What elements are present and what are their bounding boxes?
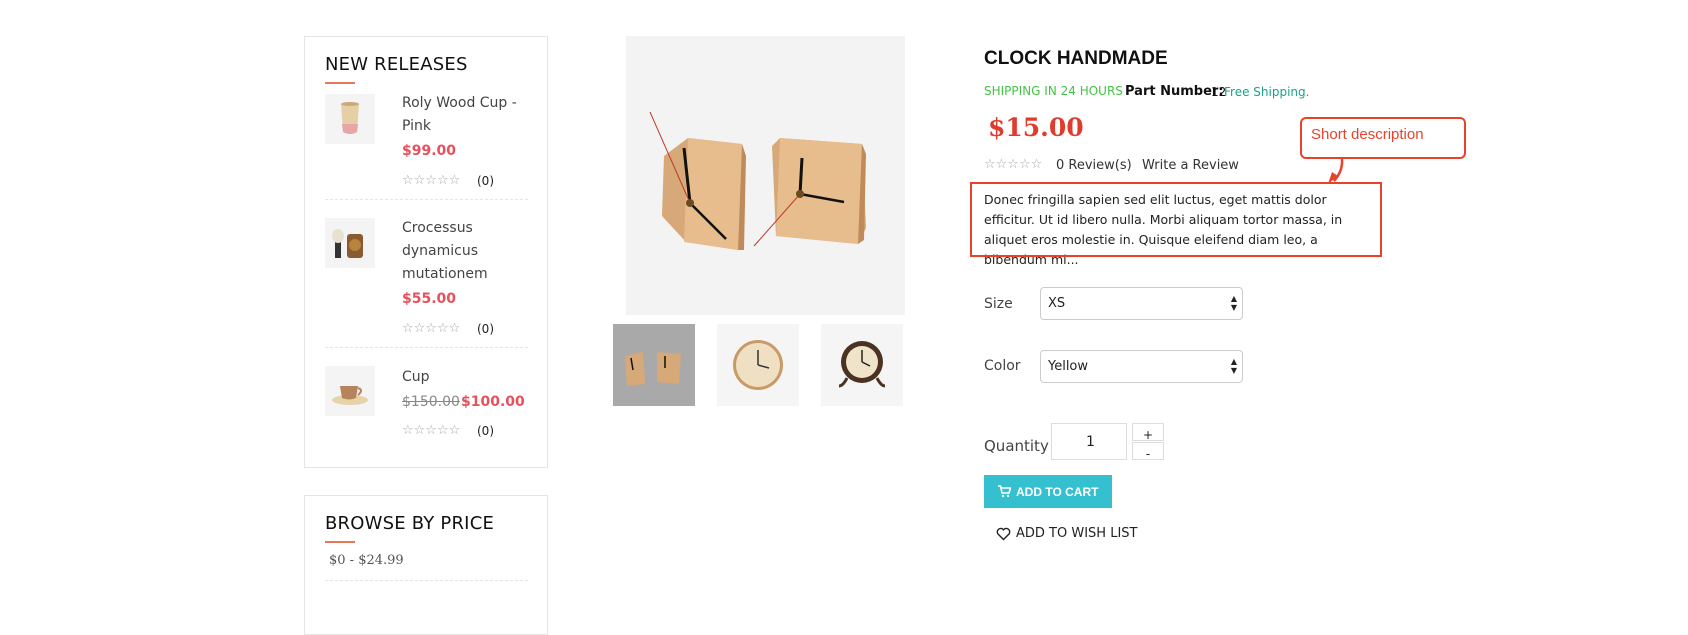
gallery-thumbnail[interactable] (613, 324, 695, 406)
minus-icon: - (1145, 447, 1151, 461)
new-releases-title: NEW RELEASES (325, 54, 468, 75)
gallery-thumbnail[interactable] (821, 324, 903, 406)
title-underline (325, 541, 355, 543)
main-product-image[interactable] (626, 36, 905, 315)
description-highlight-box (970, 182, 1382, 257)
wooden-clocks-thumb (625, 352, 681, 386)
annotation-callout: Short description (1300, 117, 1466, 159)
rating-stars: ☆☆☆☆☆ (402, 173, 461, 188)
wall-clock-thumb (733, 340, 783, 390)
browse-by-price-panel: BROWSE BY PRICE $0 - $24.99 (304, 495, 548, 635)
gallery-thumbnail[interactable] (717, 324, 799, 406)
product-name-link[interactable]: Cup (402, 366, 522, 389)
cup-image (341, 102, 359, 134)
annotation-arrow-icon (1328, 158, 1344, 184)
price-range-link[interactable]: $0 - $24.99 (329, 553, 404, 568)
product-price: $55.00 (402, 291, 457, 307)
size-label: Size (984, 296, 1013, 312)
divider (325, 580, 528, 581)
product-price: $99.00 (402, 143, 457, 159)
add-to-wishlist-label: ADD TO WISH LIST (1016, 526, 1138, 541)
select-arrows-icon: ▲ ▼ (1230, 294, 1237, 312)
size-select[interactable]: XS ▲ ▼ (1040, 287, 1243, 320)
review-count: (0) (477, 322, 494, 336)
product-thumbnail[interactable] (325, 366, 375, 416)
quantity-input[interactable]: 1 (1051, 423, 1127, 460)
annotation-label: Short description (1311, 126, 1424, 143)
select-arrows-icon: ▲ ▼ (1230, 357, 1237, 375)
product-price: $100.00 (461, 394, 525, 410)
cup-and-saucer-image (332, 386, 368, 405)
review-count-link[interactable]: 0 Review(s) (1056, 158, 1132, 173)
quantity-increase-button[interactable]: + (1132, 423, 1164, 442)
shipping-status: SHIPPING IN 24 HOURS (984, 84, 1123, 98)
quantity-value: 1 (1086, 434, 1095, 450)
wooden-clocks-image (649, 111, 866, 250)
divider (325, 199, 528, 200)
review-count: (0) (477, 174, 494, 188)
product-thumbnail[interactable] (325, 218, 375, 268)
quantity-label: Quantity (984, 437, 1049, 455)
rating-stars: ☆☆☆☆☆ (402, 321, 461, 336)
part-number-label: Part Number: (1125, 84, 1224, 99)
product-name-link[interactable]: Crocessus dynamicus mutationem (402, 217, 522, 286)
heart-icon (996, 526, 1011, 545)
plus-icon: + (1142, 428, 1154, 442)
size-select-value: XS (1048, 296, 1066, 311)
desk-clock-thumb (838, 341, 886, 388)
color-select[interactable]: Yellow ▲ ▼ (1040, 350, 1243, 383)
product-title: CLOCK HANDMADE (984, 48, 1168, 69)
review-count: (0) (477, 424, 494, 438)
color-select-value: Yellow (1048, 359, 1089, 374)
add-to-cart-label: ADD TO CART (1016, 485, 1099, 499)
product-rating-stars: ☆☆☆☆☆ (984, 157, 1043, 172)
divider (325, 347, 528, 348)
shaving-kit-image (332, 229, 363, 258)
add-to-cart-button[interactable]: ADD TO CART (984, 475, 1112, 508)
color-label: Color (984, 358, 1021, 374)
rating-stars: ☆☆☆☆☆ (402, 423, 461, 438)
product-price: $15.00 (988, 113, 1084, 142)
write-review-link[interactable]: Write a Review (1142, 158, 1239, 173)
new-releases-panel: NEW RELEASES Roly Wood Cup - Pink $99.00… (304, 36, 548, 468)
product-thumbnail[interactable] (325, 94, 375, 144)
product-old-price: $150.00 (402, 394, 460, 410)
product-name-link[interactable]: Roly Wood Cup - Pink (402, 92, 522, 138)
quantity-decrease-button[interactable]: - (1132, 442, 1164, 461)
title-underline (325, 82, 355, 84)
browse-by-price-title: BROWSE BY PRICE (325, 513, 495, 534)
cart-icon (998, 485, 1012, 501)
free-shipping-text: Free Shipping. (1224, 85, 1310, 99)
